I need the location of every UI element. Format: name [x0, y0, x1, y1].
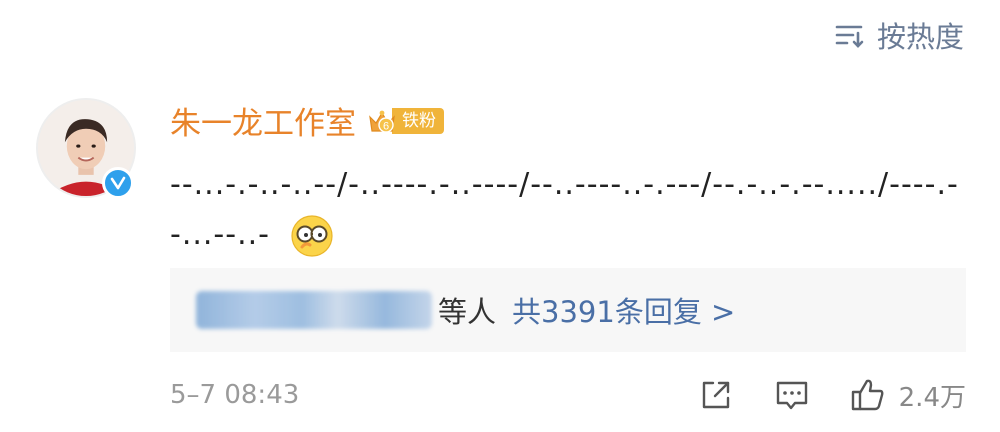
view-replies-link[interactable]: 共3391条回复 >: [512, 289, 735, 331]
share-icon[interactable]: [697, 376, 735, 414]
sort-label: 按热度: [876, 20, 964, 54]
glasses-face-emoji-icon: [291, 214, 333, 257]
like-count: 2.4万: [898, 382, 966, 413]
sort-lines-icon: [835, 25, 864, 48]
comment-icon[interactable]: [773, 376, 811, 414]
username[interactable]: 朱一龙工作室: [170, 98, 356, 143]
verified-badge-icon: [102, 167, 134, 199]
replies-suffix: 等人: [438, 295, 497, 329]
comment-time: 5–7 08:43: [170, 380, 300, 410]
crown-icon: 6: [369, 110, 395, 133]
thumbs-up-icon[interactable]: [849, 376, 887, 414]
replies-summary[interactable]: 等人 共3391条回复 >: [170, 268, 966, 352]
sort-by-hot-button[interactable]: 按热度: [833, 14, 964, 56]
blurred-reply-names: [196, 291, 432, 329]
fan-badge[interactable]: 6 铁粉: [366, 106, 444, 136]
comment-text-block: --...-.-..-..--/-..----.-..----/--..----…: [170, 160, 970, 260]
fan-level: 6: [383, 120, 389, 132]
comment-text: --...-.-..-..--/-..----.-..----/--..----…: [170, 167, 959, 252]
fan-badge-label: 铁粉: [392, 107, 444, 134]
